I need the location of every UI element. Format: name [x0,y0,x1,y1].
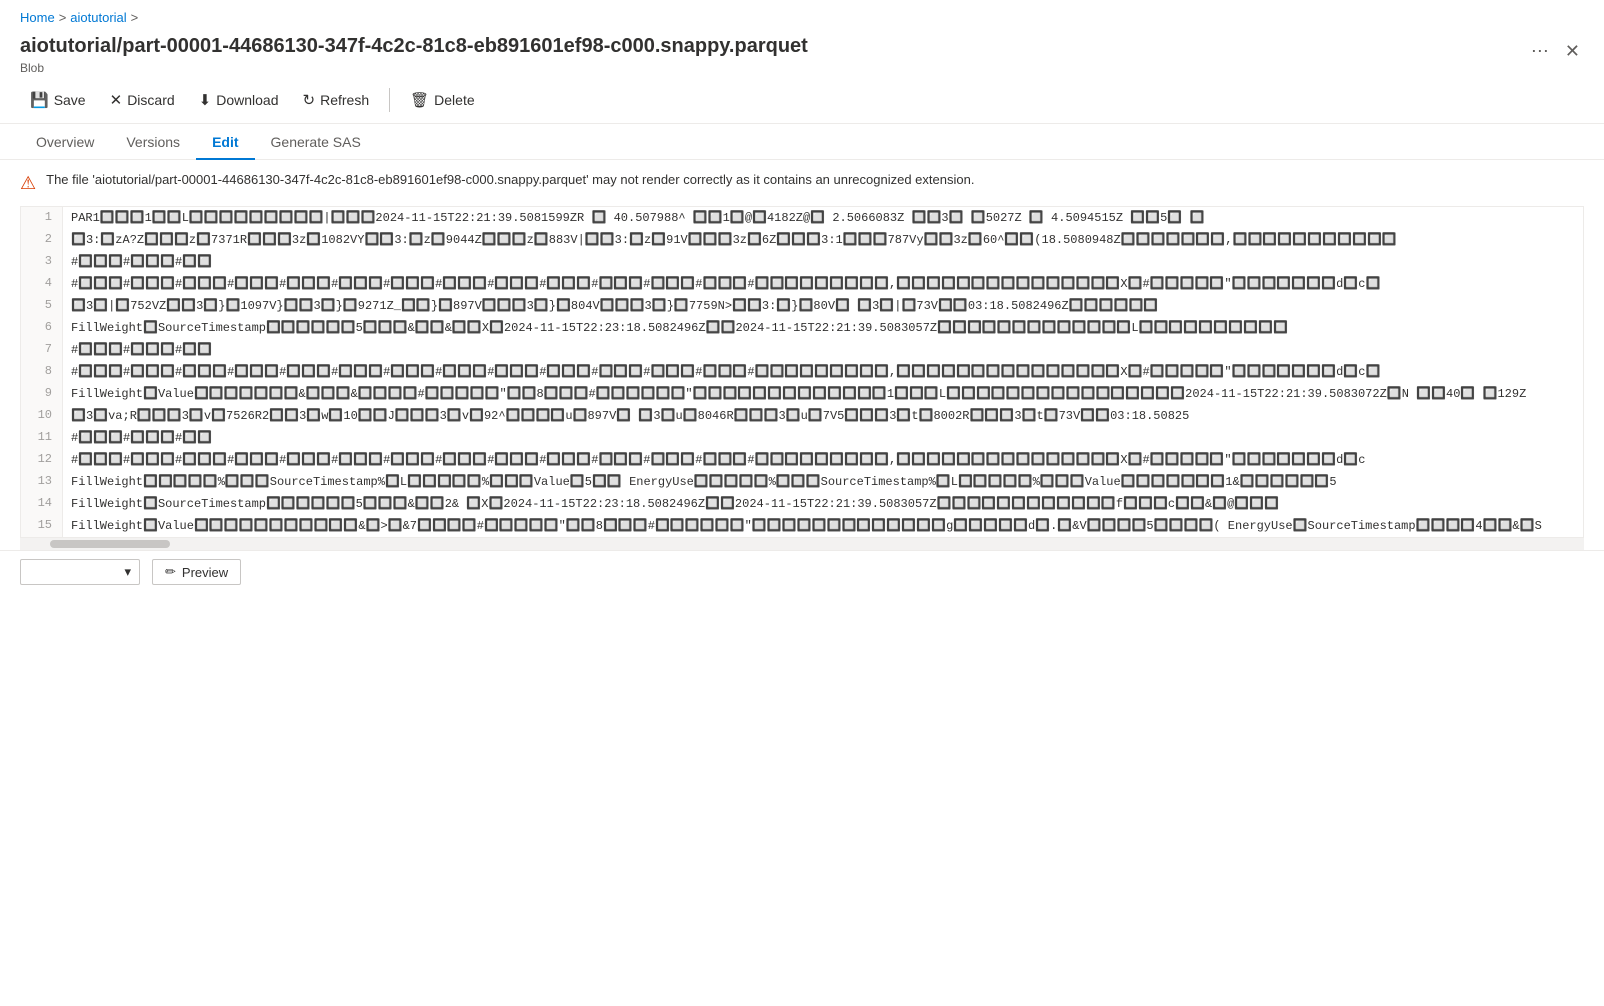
discard-button[interactable]: ✕ Discard [100,85,185,115]
table-row: 14FillWeight🔲SourceTimestamp🔲🔲🔲🔲🔲🔲5🔲🔲🔲&🔲… [21,493,1583,515]
save-label: Save [54,92,86,108]
line-number: 4 [21,273,63,295]
line-number: 10 [21,405,63,427]
toolbar-divider [389,88,390,112]
line-number: 1 [21,207,63,229]
line-content[interactable]: FillWeight🔲Value🔲🔲🔲🔲🔲🔲🔲🔲🔲🔲🔲&🔲>🔲&7🔲🔲🔲🔲#🔲🔲… [63,515,1583,537]
table-row: 15FillWeight🔲Value🔲🔲🔲🔲🔲🔲🔲🔲🔲🔲🔲&🔲>🔲&7🔲🔲🔲🔲#… [21,515,1583,537]
preview-label: Preview [182,565,228,580]
line-content[interactable]: FillWeight🔲Value🔲🔲🔲🔲🔲🔲🔲&🔲🔲🔲&🔲🔲🔲🔲#🔲🔲🔲🔲🔲"🔲… [63,383,1583,405]
table-row: 1PAR1🔲🔲🔲1🔲🔲L🔲🔲🔲🔲🔲🔲🔲🔲🔲|🔲🔲🔲2024-11-15T22:2… [21,207,1583,229]
close-button[interactable]: ✕ [1561,37,1584,66]
editor-lines: 1PAR1🔲🔲🔲1🔲🔲L🔲🔲🔲🔲🔲🔲🔲🔲🔲|🔲🔲🔲2024-11-15T22:2… [21,207,1583,537]
table-row: 10🔲3🔲va;R🔲🔲🔲3🔲v🔲7526R2🔲🔲3🔲w🔲10🔲🔲J🔲🔲🔲3🔲v🔲… [21,405,1583,427]
page-header: aiotutorial/part-00001-44686130-347f-4c2… [0,29,1604,77]
scrollbar-area[interactable] [20,538,1584,550]
table-row: 13FillWeight🔲🔲🔲🔲🔲%🔲🔲🔲SourceTimestamp%🔲L🔲… [21,471,1583,493]
scrollbar-thumb[interactable] [50,540,170,548]
bottom-bar: ▾ ✏ Preview [0,550,1604,593]
line-number: 2 [21,229,63,251]
preview-icon: ✏ [165,564,176,580]
warning-banner: ⚠ The file 'aiotutorial/part-00001-44686… [0,160,1604,206]
line-number: 9 [21,383,63,405]
delete-button[interactable]: 🗑 Delete [400,85,485,115]
line-content[interactable]: #🔲🔲🔲#🔲🔲🔲#🔲🔲🔲#🔲🔲🔲#🔲🔲🔲#🔲🔲🔲#🔲🔲🔲#🔲🔲🔲#🔲🔲🔲#🔲🔲🔲… [63,273,1583,295]
refresh-icon: ↻ [303,91,316,109]
discard-label: Discard [127,92,174,108]
download-icon: ⬇ [199,91,212,109]
encoding-dropdown[interactable]: ▾ [20,559,140,585]
save-button[interactable]: 💾 Save [20,85,96,115]
breadcrumb-sep1: > [59,10,67,25]
line-content[interactable]: 🔲3🔲va;R🔲🔲🔲3🔲v🔲7526R2🔲🔲3🔲w🔲10🔲🔲J🔲🔲🔲3🔲v🔲92… [63,405,1583,427]
line-number: 6 [21,317,63,339]
toolbar: 💾 Save ✕ Discard ⬇ Download ↻ Refresh 🗑 … [0,77,1604,124]
encoding-chevron-icon: ▾ [124,564,131,580]
table-row: 6FillWeight🔲SourceTimestamp🔲🔲🔲🔲🔲🔲5🔲🔲🔲&🔲🔲… [21,317,1583,339]
table-row: 2🔲3:🔲zA?Z🔲🔲🔲z🔲7371R🔲🔲🔲3z🔲1082VY🔲🔲3:🔲z🔲90… [21,229,1583,251]
table-row: 3#🔲🔲🔲#🔲🔲🔲#🔲🔲 [21,251,1583,273]
line-content[interactable]: #🔲🔲🔲#🔲🔲🔲#🔲🔲🔲#🔲🔲🔲#🔲🔲🔲#🔲🔲🔲#🔲🔲🔲#🔲🔲🔲#🔲🔲🔲#🔲🔲🔲… [63,449,1583,471]
line-number: 8 [21,361,63,383]
save-icon: 💾 [30,91,49,109]
line-number: 12 [21,449,63,471]
warning-message: The file 'aiotutorial/part-00001-4468613… [46,172,974,187]
delete-icon: 🗑 [410,91,429,109]
table-row: 7#🔲🔲🔲#🔲🔲🔲#🔲🔲 [21,339,1583,361]
warning-icon: ⚠ [20,173,36,194]
download-button[interactable]: ⬇ Download [189,85,289,115]
line-content[interactable]: PAR1🔲🔲🔲1🔲🔲L🔲🔲🔲🔲🔲🔲🔲🔲🔲|🔲🔲🔲2024-11-15T22:21… [63,207,1583,229]
tab-edit[interactable]: Edit [196,124,254,160]
line-number: 7 [21,339,63,361]
table-row: 4#🔲🔲🔲#🔲🔲🔲#🔲🔲🔲#🔲🔲🔲#🔲🔲🔲#🔲🔲🔲#🔲🔲🔲#🔲🔲🔲#🔲🔲🔲#🔲🔲… [21,273,1583,295]
breadcrumb-tutorial[interactable]: aiotutorial [70,10,126,25]
refresh-label: Refresh [320,92,369,108]
delete-label: Delete [434,92,474,108]
refresh-button[interactable]: ↻ Refresh [293,85,380,115]
page-subtitle: Blob [20,61,808,75]
line-number: 5 [21,295,63,317]
discard-icon: ✕ [110,91,123,109]
line-number: 15 [21,515,63,537]
table-row: 12#🔲🔲🔲#🔲🔲🔲#🔲🔲🔲#🔲🔲🔲#🔲🔲🔲#🔲🔲🔲#🔲🔲🔲#🔲🔲🔲#🔲🔲🔲#🔲… [21,449,1583,471]
tabs: OverviewVersionsEditGenerate SAS [0,124,1604,160]
preview-button[interactable]: ✏ Preview [152,559,241,585]
line-number: 13 [21,471,63,493]
line-content[interactable]: FillWeight🔲SourceTimestamp🔲🔲🔲🔲🔲🔲5🔲🔲🔲&🔲🔲&… [63,317,1583,339]
table-row: 9FillWeight🔲Value🔲🔲🔲🔲🔲🔲🔲&🔲🔲🔲&🔲🔲🔲🔲#🔲🔲🔲🔲🔲"… [21,383,1583,405]
line-number: 14 [21,493,63,515]
breadcrumb-home[interactable]: Home [20,10,55,25]
line-content[interactable]: 🔲3🔲|🔲752VZ🔲🔲3🔲}🔲1097V}🔲🔲3🔲}🔲9271Z_🔲🔲}🔲89… [63,295,1583,317]
editor-container: 1PAR1🔲🔲🔲1🔲🔲L🔲🔲🔲🔲🔲🔲🔲🔲🔲|🔲🔲🔲2024-11-15T22:2… [20,206,1584,538]
line-number: 11 [21,427,63,449]
page-header-right: ⋯ ✕ [1527,33,1584,66]
download-label: Download [216,92,278,108]
more-options-button[interactable]: ⋯ [1527,37,1553,66]
tab-generate-sas[interactable]: Generate SAS [255,124,377,160]
tab-overview[interactable]: Overview [20,124,110,160]
line-content[interactable]: 🔲3:🔲zA?Z🔲🔲🔲z🔲7371R🔲🔲🔲3z🔲1082VY🔲🔲3:🔲z🔲904… [63,229,1583,251]
page-header-left: aiotutorial/part-00001-44686130-347f-4c2… [20,33,808,75]
line-content[interactable]: #🔲🔲🔲#🔲🔲🔲#🔲🔲🔲#🔲🔲🔲#🔲🔲🔲#🔲🔲🔲#🔲🔲🔲#🔲🔲🔲#🔲🔲🔲#🔲🔲🔲… [63,361,1583,383]
line-number: 3 [21,251,63,273]
line-content[interactable]: #🔲🔲🔲#🔲🔲🔲#🔲🔲 [63,251,1583,273]
line-content[interactable]: FillWeight🔲🔲🔲🔲🔲%🔲🔲🔲SourceTimestamp%🔲L🔲🔲🔲… [63,471,1583,493]
table-row: 5🔲3🔲|🔲752VZ🔲🔲3🔲}🔲1097V}🔲🔲3🔲}🔲9271Z_🔲🔲}🔲8… [21,295,1583,317]
table-row: 8#🔲🔲🔲#🔲🔲🔲#🔲🔲🔲#🔲🔲🔲#🔲🔲🔲#🔲🔲🔲#🔲🔲🔲#🔲🔲🔲#🔲🔲🔲#🔲🔲… [21,361,1583,383]
table-row: 11#🔲🔲🔲#🔲🔲🔲#🔲🔲 [21,427,1583,449]
page-title: aiotutorial/part-00001-44686130-347f-4c2… [20,33,808,59]
breadcrumb: Home > aiotutorial > [0,0,1604,29]
line-content[interactable]: #🔲🔲🔲#🔲🔲🔲#🔲🔲 [63,427,1583,449]
tab-versions[interactable]: Versions [110,124,196,160]
line-content[interactable]: #🔲🔲🔲#🔲🔲🔲#🔲🔲 [63,339,1583,361]
line-content[interactable]: FillWeight🔲SourceTimestamp🔲🔲🔲🔲🔲🔲5🔲🔲🔲&🔲🔲2… [63,493,1583,515]
breadcrumb-sep2: > [131,10,139,25]
